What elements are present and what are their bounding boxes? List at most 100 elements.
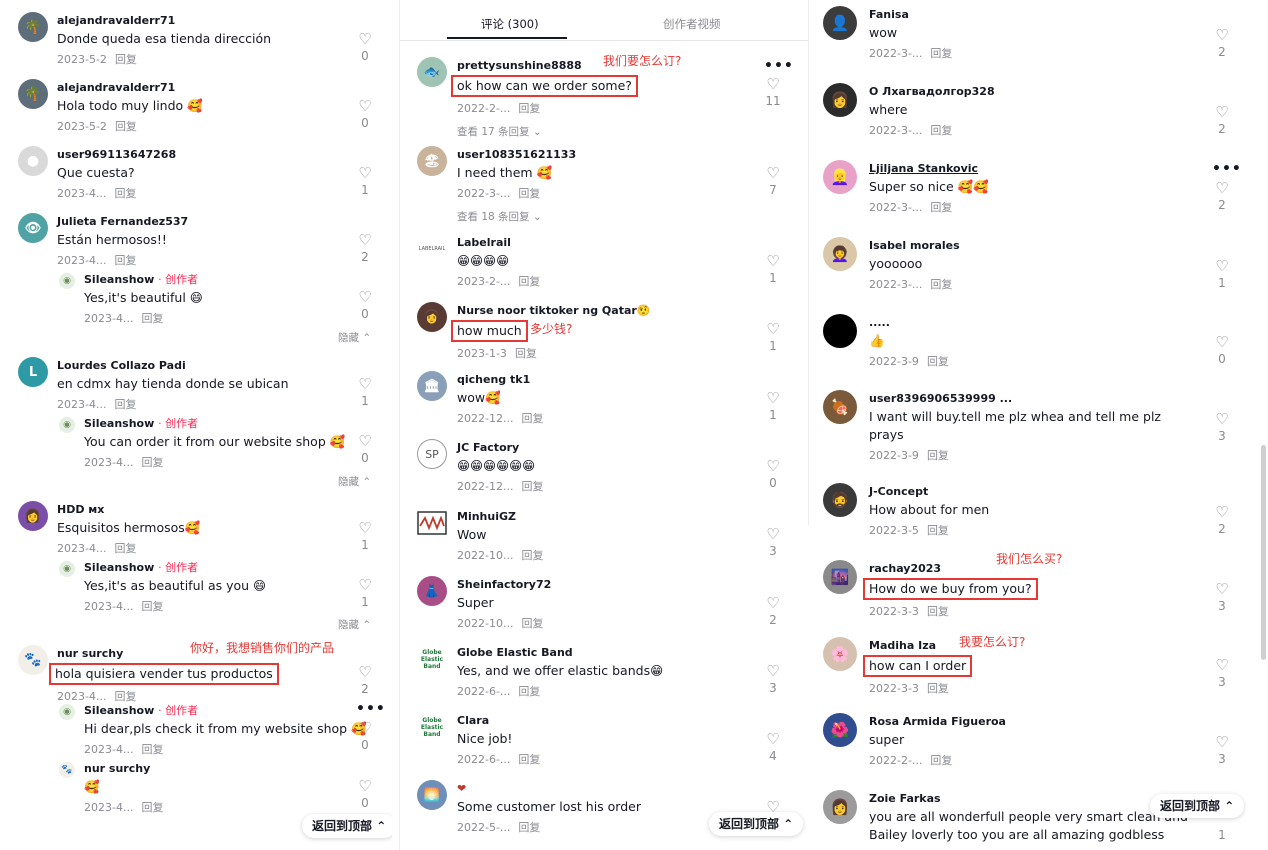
reply-button[interactable]: 回复 (114, 398, 136, 411)
avatar[interactable]: 🌅 (417, 780, 447, 810)
username[interactable]: О Лхагвадолгор328 (869, 85, 995, 99)
avatar[interactable]: ◉ (59, 561, 75, 577)
username[interactable]: ..... (869, 316, 949, 330)
like-button[interactable]: ♡ 4 (763, 731, 783, 763)
avatar[interactable]: 🌺 (823, 713, 857, 747)
username[interactable]: Clara (457, 714, 540, 728)
avatar[interactable]: 🐾 (18, 645, 48, 675)
like-button[interactable]: ♡ 2 (1212, 180, 1232, 212)
like-button[interactable]: ♡ 1 (355, 520, 375, 552)
like-button[interactable]: ♡0 (355, 433, 375, 465)
reply-button[interactable]: 回复 (930, 47, 952, 60)
avatar[interactable]: LABELRAIL (417, 234, 447, 264)
like-button[interactable]: ♡ 2 (1212, 27, 1232, 59)
username[interactable]: alejandravalderr71 (57, 14, 271, 28)
reply-button[interactable]: 回复 (515, 347, 537, 360)
reply-button[interactable]: 回复 (521, 480, 543, 493)
avatar[interactable] (417, 508, 447, 538)
like-button[interactable]: ♡ 2 (1212, 504, 1232, 536)
username[interactable]: JC Factory (457, 441, 543, 455)
reply-button[interactable]: 回复 (927, 605, 949, 618)
avatar[interactable]: 👩 (823, 790, 857, 824)
like-button[interactable]: ♡0 (1212, 334, 1232, 366)
username[interactable]: Lourdes Collazo Padi (57, 359, 289, 373)
avatar[interactable]: SP (417, 439, 447, 469)
avatar[interactable]: 🏖 (417, 146, 447, 176)
avatar[interactable]: 🌴 (18, 12, 48, 42)
avatar[interactable]: 🌴 (18, 79, 48, 109)
reply-button[interactable]: 回复 (518, 685, 540, 698)
avatar[interactable]: ● (18, 146, 48, 176)
avatar[interactable]: ◉ (59, 417, 75, 433)
hide-replies-button[interactable]: 隐藏 ⌃ (338, 474, 371, 489)
like-button[interactable]: 1 (1212, 826, 1232, 842)
username[interactable]: Madiha Iza (869, 639, 972, 653)
reply-button[interactable]: 回复 (114, 254, 136, 267)
username[interactable]: Nurse noor tiktoker ng Qatar🤨 (457, 304, 651, 318)
username[interactable]: user108351621133 (457, 148, 576, 162)
avatar[interactable]: 👁 (18, 213, 48, 243)
like-button[interactable]: ♡ 1 (763, 253, 783, 285)
username[interactable]: Sileanshow · 创作者 (84, 273, 203, 287)
username[interactable]: Sileanshow · 创作者 (84, 704, 367, 718)
avatar[interactable]: 👩 (18, 501, 48, 531)
avatar[interactable]: 🍖 (823, 390, 857, 424)
view-replies-button[interactable]: 查看 17 条回复 ⌄ (457, 124, 638, 139)
avatar[interactable]: 🌸 (823, 637, 857, 671)
like-button[interactable]: ♡0 (355, 31, 375, 63)
tab-creator-videos[interactable]: 创作者视频 (663, 16, 721, 32)
like-button[interactable]: ♡ 2 (1212, 104, 1232, 136)
username[interactable]: Isabel morales (869, 239, 960, 253)
like-button[interactable]: ♡ 2 (355, 232, 375, 264)
reply-button[interactable]: 回复 (927, 449, 949, 462)
reply-button[interactable]: 回复 (518, 102, 540, 115)
avatar[interactable]: 🐟 (417, 57, 447, 87)
username[interactable]: Ljiljana Stankovic (869, 162, 989, 176)
reply-button[interactable]: 回复 (141, 600, 163, 613)
more-options-icon[interactable]: ••• (1212, 161, 1242, 177)
avatar[interactable]: ◉ (59, 704, 75, 720)
username[interactable]: Sheinfactory72 (457, 578, 551, 592)
avatar[interactable]: Globe Elastic Band (417, 712, 447, 742)
reply-button[interactable]: 回复 (141, 456, 163, 469)
reply-button[interactable]: 回复 (518, 275, 540, 288)
username[interactable]: Globe Elastic Band (457, 646, 663, 660)
like-button[interactable]: ♡ 1 (355, 165, 375, 197)
username[interactable]: Julieta Fernandez537 (57, 215, 188, 229)
username[interactable]: prettysunshine8888 (457, 59, 638, 73)
reply-button[interactable]: 回复 (518, 821, 540, 834)
reply-button[interactable]: 回复 (521, 549, 543, 562)
scrollbar[interactable] (1261, 445, 1266, 660)
like-button[interactable]: ♡ 3 (1212, 734, 1232, 766)
username[interactable]: Sileanshow · 创作者 (84, 561, 266, 575)
like-button[interactable]: ♡ 3 (763, 526, 783, 558)
username[interactable]: ❤ (457, 782, 641, 796)
reply-button[interactable]: 回复 (141, 312, 163, 325)
avatar[interactable] (823, 314, 857, 348)
avatar[interactable]: ◉ (59, 273, 75, 289)
username[interactable]: J-Concept (869, 485, 989, 499)
more-options-icon[interactable]: ••• (356, 701, 386, 717)
reply-button[interactable]: 回复 (518, 753, 540, 766)
back-to-top-button[interactable]: 返回到顶部 ⌃ (709, 812, 804, 836)
avatar[interactable]: 🌆 (823, 560, 857, 594)
username[interactable]: rachay2023 (869, 562, 1038, 576)
username[interactable]: user969113647268 (57, 148, 176, 162)
reply-button[interactable]: 回复 (930, 278, 952, 291)
avatar[interactable]: L (18, 357, 48, 387)
avatar[interactable]: 👩 (417, 302, 447, 332)
reply-button[interactable]: 回复 (521, 617, 543, 630)
avatar[interactable]: 👩‍🦱 (823, 237, 857, 271)
reply-button[interactable]: 回复 (141, 743, 163, 756)
view-replies-button[interactable]: 查看 18 条回复 ⌄ (457, 209, 576, 224)
like-button[interactable]: ♡0 (355, 289, 375, 321)
like-button[interactable]: ♡0 (763, 458, 783, 490)
hide-replies-button[interactable]: 隐藏 ⌃ (338, 617, 371, 632)
like-button[interactable]: ♡ 3 (763, 663, 783, 695)
avatar[interactable]: 🧔 (823, 483, 857, 517)
like-button[interactable]: ♡ 1 (355, 577, 375, 609)
reply-button[interactable]: 回复 (930, 754, 952, 767)
more-options-icon[interactable]: ••• (764, 58, 794, 74)
reply-button[interactable]: 回复 (518, 187, 540, 200)
like-button[interactable]: ♡ 3 (1212, 657, 1232, 689)
